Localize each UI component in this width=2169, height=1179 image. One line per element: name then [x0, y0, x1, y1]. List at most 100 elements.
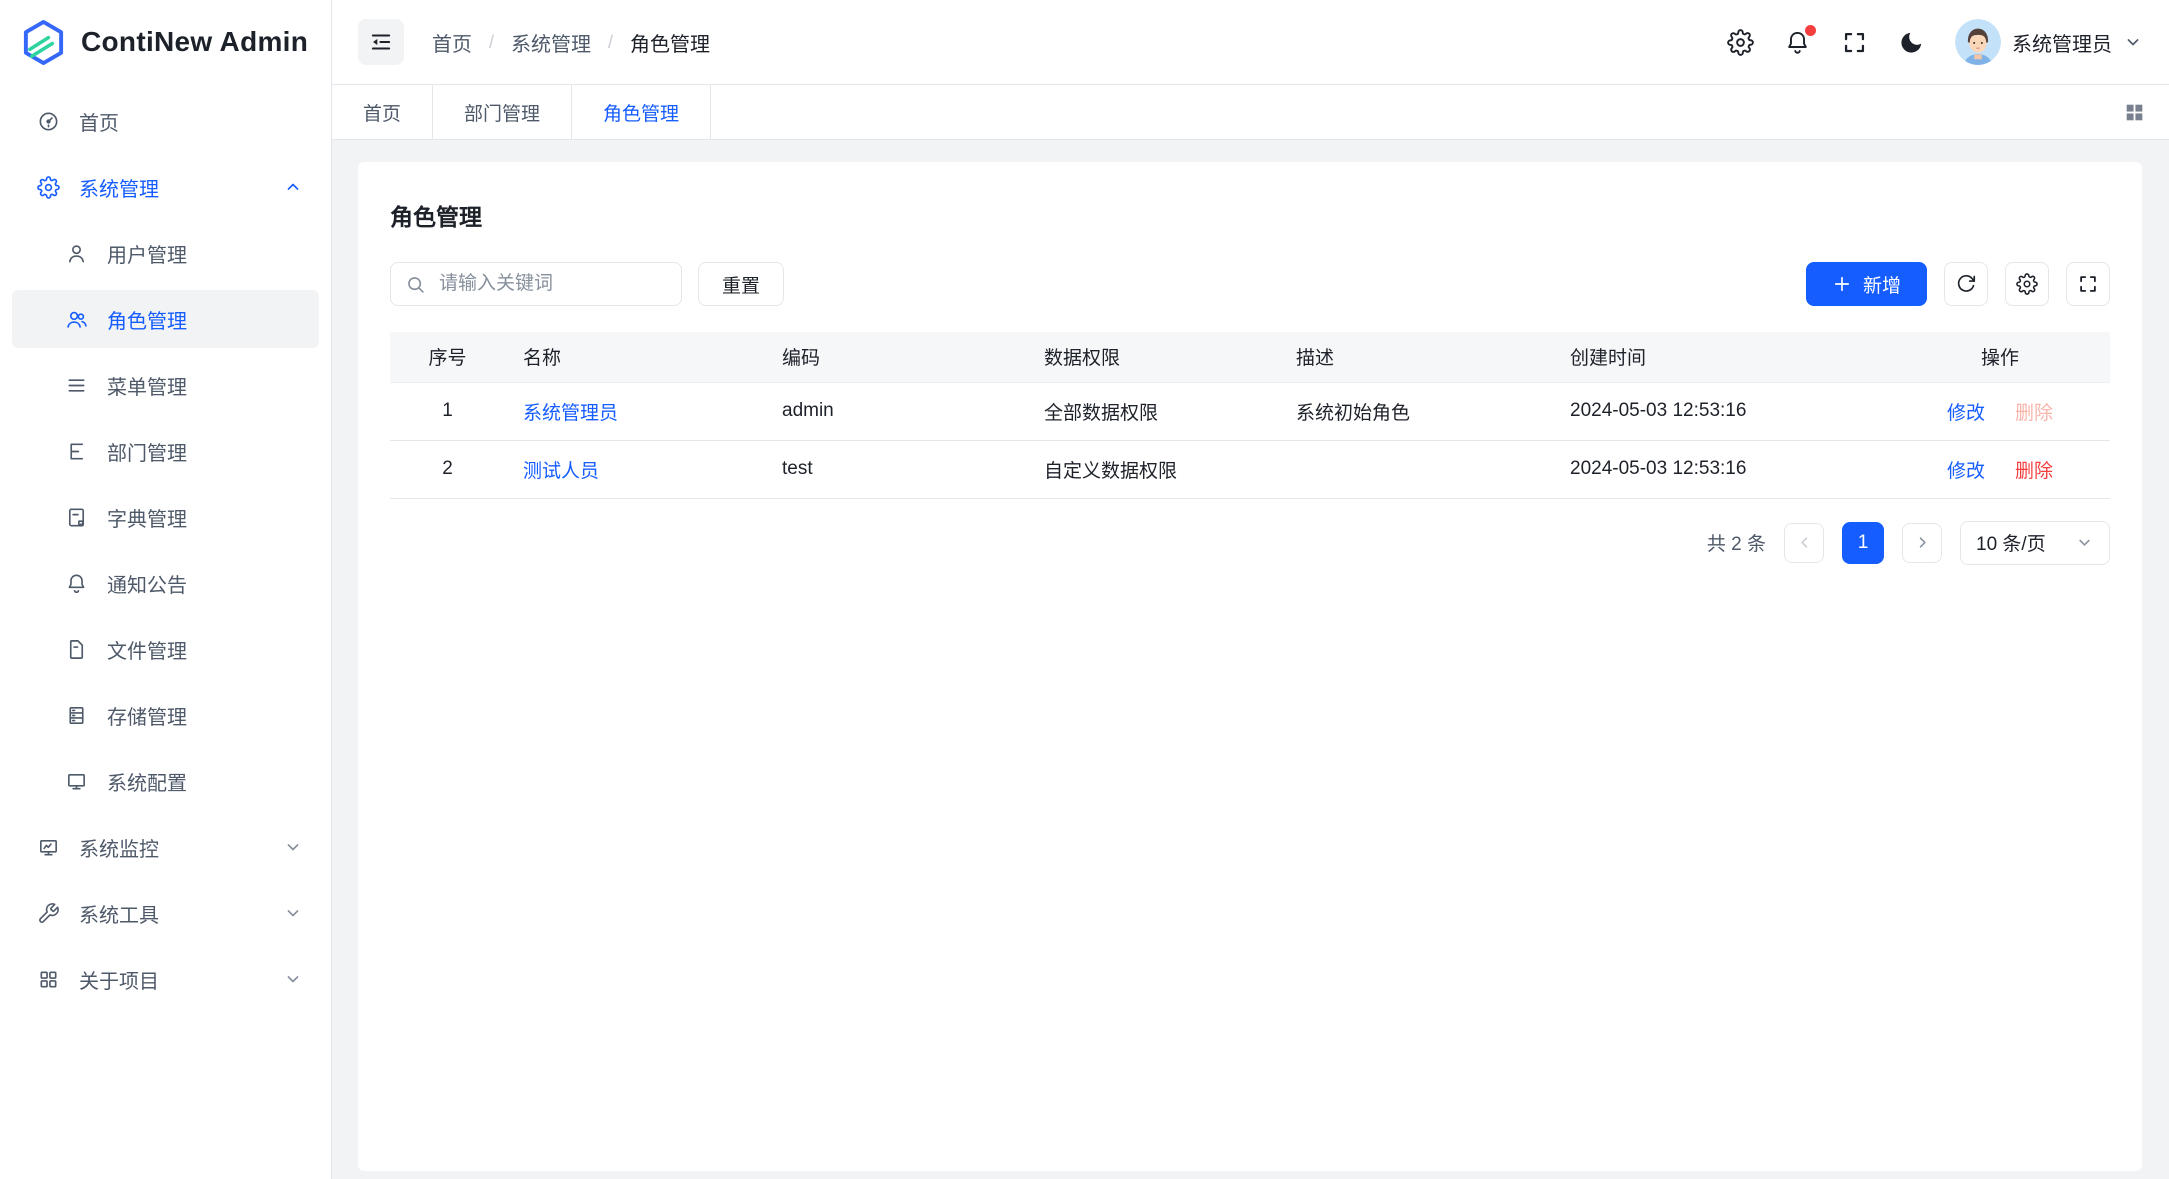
breadcrumb-item-role: 角色管理 — [630, 28, 710, 57]
refresh-icon — [1955, 273, 1977, 295]
notification-dot — [1805, 25, 1816, 36]
sidebar-item-user-management[interactable]: 用户管理 — [12, 224, 319, 282]
sidebar-item-label: 用户管理 — [107, 239, 187, 268]
sidebar-item-system-management[interactable]: 系统管理 — [12, 158, 319, 216]
search-box — [390, 262, 682, 306]
edit-link[interactable]: 修改 — [1947, 461, 1985, 482]
menu-fold-icon — [368, 29, 394, 55]
tab-label: 部门管理 — [464, 99, 540, 126]
refresh-button[interactable] — [1944, 262, 1988, 306]
column-header-code: 编码 — [764, 332, 1026, 382]
column-header-desc: 描述 — [1278, 332, 1552, 382]
sidebar-item-system-config[interactable]: 系统配置 — [12, 752, 319, 810]
table-row: 2 测试人员 test 自定义数据权限 2024-05-03 12:53:16 … — [390, 440, 2110, 498]
apps-icon — [36, 967, 60, 991]
tab-options-button[interactable] — [2122, 85, 2169, 139]
tab-home[interactable]: 首页 — [332, 85, 433, 139]
edit-link[interactable]: 修改 — [1947, 403, 1985, 424]
column-header-actions: 操作 — [1890, 332, 2110, 382]
sidebar-item-label: 系统监控 — [79, 833, 159, 862]
delete-link-disabled: 删除 — [2015, 403, 2053, 424]
avatar — [1955, 19, 2001, 65]
page-number-button[interactable]: 1 — [1842, 522, 1884, 564]
tab-label: 首页 — [363, 99, 401, 126]
reset-button[interactable]: 重置 — [698, 262, 784, 306]
gear-icon — [2016, 273, 2038, 295]
sidebar: ContiNew Admin 首页 系统管理 用户管理 角色管理 — [0, 0, 332, 1179]
sidebar-item-home[interactable]: 首页 — [12, 92, 319, 150]
sidebar-item-department-management[interactable]: 部门管理 — [12, 422, 319, 480]
sidebar-item-label: 系统配置 — [107, 767, 187, 796]
fullscreen-button[interactable] — [1841, 29, 1868, 56]
content-area: 角色管理 重置 新增 — [332, 140, 2169, 1179]
sidebar-item-role-management[interactable]: 角色管理 — [12, 290, 319, 348]
sidebar-item-menu-management[interactable]: 菜单管理 — [12, 356, 319, 414]
sidebar-item-label: 首页 — [79, 107, 119, 136]
tab-department[interactable]: 部门管理 — [433, 85, 572, 139]
cell-code: test — [764, 440, 1026, 498]
sidebar-collapse-button[interactable] — [358, 19, 404, 65]
sidebar-item-system-tools[interactable]: 系统工具 — [12, 884, 319, 942]
cell-scope: 自定义数据权限 — [1026, 440, 1278, 498]
sidebar-item-system-monitor[interactable]: 系统监控 — [12, 818, 319, 876]
chevron-down-icon — [283, 969, 303, 989]
next-page-button[interactable] — [1902, 523, 1942, 563]
role-name-link[interactable]: 系统管理员 — [523, 403, 618, 424]
cell-desc: 系统初始角色 — [1278, 382, 1552, 440]
delete-link[interactable]: 删除 — [2015, 461, 2053, 482]
table-row: 1 系统管理员 admin 全部数据权限 系统初始角色 2024-05-03 1… — [390, 382, 2110, 440]
sidebar-item-label: 部门管理 — [107, 437, 187, 466]
user-menu[interactable]: 系统管理员 — [1955, 19, 2143, 65]
chevron-down-icon — [2075, 533, 2094, 552]
chevron-down-icon — [283, 837, 303, 857]
sidebar-item-about-project[interactable]: 关于项目 — [12, 950, 319, 1008]
role-management-card: 角色管理 重置 新增 — [358, 162, 2142, 1171]
page-size-select[interactable]: 10 条/页 — [1960, 521, 2110, 565]
settings-button[interactable] — [1727, 29, 1754, 56]
tree-icon — [64, 439, 88, 463]
topbar: 首页 / 系统管理 / 角色管理 — [332, 0, 2169, 84]
column-settings-button[interactable] — [2005, 262, 2049, 306]
sidebar-nav: 首页 系统管理 用户管理 角色管理 菜单管理 部门管理 — [0, 84, 331, 1179]
role-name-link[interactable]: 测试人员 — [523, 461, 599, 482]
breadcrumb-separator: / — [608, 32, 613, 53]
storage-icon — [64, 703, 88, 727]
table-fullscreen-button[interactable] — [2066, 262, 2110, 306]
dictionary-icon — [64, 505, 88, 529]
sidebar-item-label: 系统工具 — [79, 899, 159, 928]
toolbar-right: 新增 — [1806, 262, 2110, 306]
prev-page-button[interactable] — [1784, 523, 1824, 563]
monitor-chart-icon — [36, 835, 60, 859]
cell-index: 1 — [390, 382, 505, 440]
toolbar: 重置 新增 — [390, 262, 2110, 306]
sidebar-item-notice[interactable]: 通知公告 — [12, 554, 319, 612]
add-button[interactable]: 新增 — [1806, 262, 1927, 306]
notifications-button[interactable] — [1784, 29, 1811, 56]
app-root: ContiNew Admin 首页 系统管理 用户管理 角色管理 — [0, 0, 2169, 1179]
main-area: 首页 / 系统管理 / 角色管理 — [332, 0, 2169, 1179]
breadcrumb-item-home[interactable]: 首页 — [432, 28, 472, 57]
cell-created: 2024-05-03 12:53:16 — [1552, 440, 1890, 498]
sidebar-item-dict-management[interactable]: 字典管理 — [12, 488, 319, 546]
dashboard-icon — [36, 109, 60, 133]
table-header-row: 序号 名称 编码 数据权限 描述 创建时间 操作 — [390, 332, 2110, 382]
search-icon — [405, 274, 426, 295]
search-input[interactable] — [437, 272, 667, 296]
breadcrumb: 首页 / 系统管理 / 角色管理 — [432, 28, 710, 57]
cell-desc — [1278, 440, 1552, 498]
tab-role[interactable]: 角色管理 — [572, 85, 711, 139]
app-logo[interactable]: ContiNew Admin — [0, 0, 331, 84]
column-header-name: 名称 — [505, 332, 764, 382]
breadcrumb-item-system[interactable]: 系统管理 — [511, 28, 591, 57]
breadcrumb-separator: / — [489, 32, 494, 53]
file-icon — [64, 637, 88, 661]
column-header-created: 创建时间 — [1552, 332, 1890, 382]
user-icon — [64, 241, 88, 265]
dark-mode-toggle[interactable] — [1898, 29, 1925, 56]
sidebar-item-file-management[interactable]: 文件管理 — [12, 620, 319, 678]
role-table: 序号 名称 编码 数据权限 描述 创建时间 操作 1 系统管理员 — [390, 332, 2110, 499]
grid-icon — [2122, 100, 2147, 125]
sidebar-item-storage-management[interactable]: 存储管理 — [12, 686, 319, 744]
sidebar-item-label: 关于项目 — [79, 965, 159, 994]
user-group-icon — [64, 307, 88, 331]
